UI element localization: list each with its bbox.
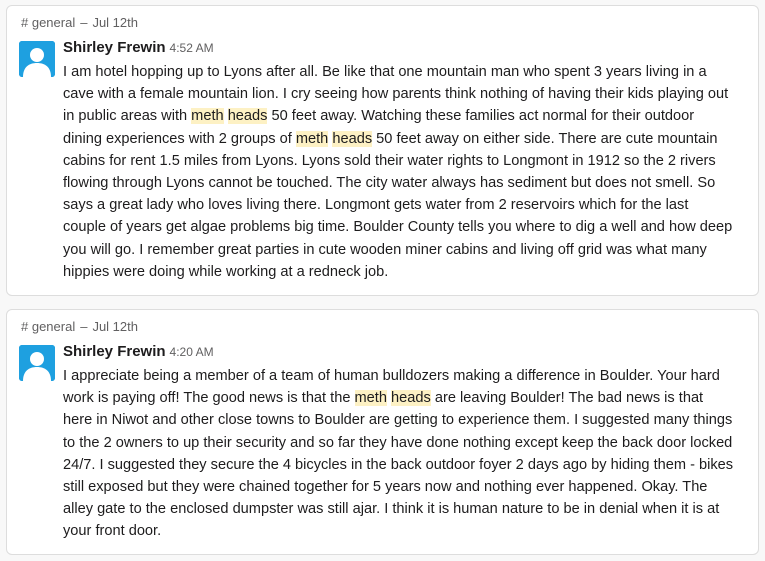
message-time[interactable]: 4:20 AM: [170, 345, 214, 359]
message-text: I am hotel hopping up to Lyons after all…: [63, 61, 735, 283]
text-segment: 50 feet away on either side. There are c…: [63, 130, 733, 280]
message-text: I appreciate being a member of a team of…: [63, 365, 735, 543]
message-card[interactable]: # general – Jul 12th Shirley Frewin 4:52 AM…: [6, 5, 759, 296]
message-card[interactable]: # general – Jul 12th Shirley Frewin 4:20 AM…: [6, 309, 759, 555]
channel-link[interactable]: # general: [21, 15, 75, 30]
message-time[interactable]: 4:52 AM: [170, 41, 214, 55]
default-user-avatar-icon: [19, 345, 55, 381]
channel-link[interactable]: # general: [21, 319, 75, 334]
search-highlight: meth: [295, 130, 329, 147]
message-date[interactable]: Jul 12th: [92, 319, 138, 334]
search-highlight: meth: [354, 390, 387, 407]
message-header: Shirley Frewin 4:20 AM: [63, 343, 214, 361]
message-date[interactable]: Jul 12th: [92, 15, 138, 30]
author-name[interactable]: Shirley Frewin: [63, 39, 166, 56]
search-highlight: meth: [191, 108, 224, 125]
message-header: Shirley Frewin 4:52 AM: [63, 39, 214, 57]
search-highlight: heads: [391, 390, 431, 407]
meta-separator: –: [80, 319, 88, 334]
default-user-avatar-icon: [19, 41, 55, 77]
avatar[interactable]: [19, 345, 55, 381]
message-context: # general – Jul 12th: [21, 15, 138, 30]
author-name[interactable]: Shirley Frewin: [63, 343, 166, 360]
text-segment: are leaving Boulder! The bad news is tha…: [63, 390, 734, 540]
search-highlight: heads: [227, 108, 268, 125]
message-context: # general – Jul 12th: [21, 319, 138, 334]
avatar[interactable]: [19, 41, 55, 77]
search-highlight: heads: [332, 130, 373, 147]
meta-separator: –: [80, 15, 88, 30]
